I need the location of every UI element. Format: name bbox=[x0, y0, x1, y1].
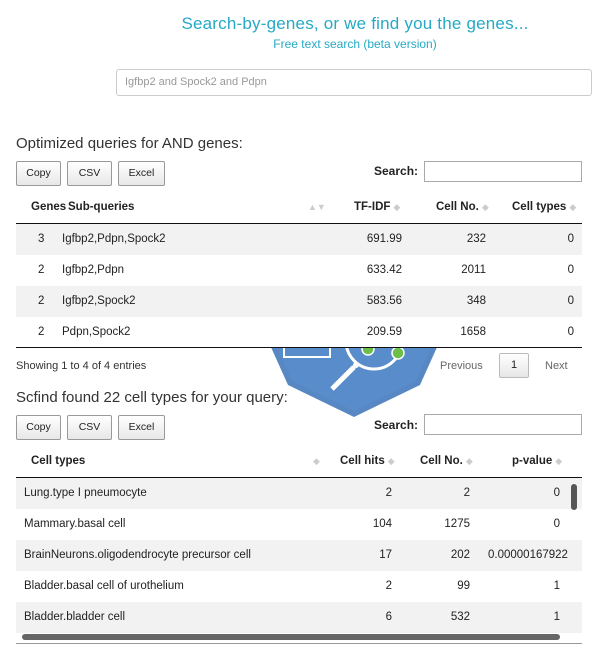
queries-search-label: Search: bbox=[374, 164, 419, 178]
excel-button[interactable]: Excel bbox=[118, 161, 165, 186]
celltypes-search-input[interactable] bbox=[424, 414, 582, 435]
hero: Search-by-genes, or we find you the gene… bbox=[0, 14, 600, 51]
page-title: Search-by-genes, or we find you the gene… bbox=[181, 14, 529, 33]
celltypes-section-title: Scfind found 22 cell types for your quer… bbox=[16, 389, 288, 406]
sort-icon: ◆ bbox=[569, 202, 577, 212]
table-row[interactable]: Bladder.basal cell of urothelium 2 99 1 bbox=[16, 571, 582, 602]
copy-button[interactable]: Copy bbox=[16, 415, 61, 440]
celltypes-scroll-area[interactable]: Lung.type I pneumocyte 2 2 0 Mammary.bas… bbox=[16, 478, 582, 633]
col-cell-no[interactable]: Cell No. ◆ bbox=[436, 201, 489, 213]
table-row[interactable]: Mammary.basal cell 104 1275 0 bbox=[16, 509, 582, 540]
copy-button[interactable]: Copy bbox=[16, 161, 61, 186]
sort-icon: ◆ bbox=[465, 456, 473, 466]
queries-search-input[interactable] bbox=[424, 161, 582, 182]
sort-icon: ◆ bbox=[393, 202, 401, 212]
table-bottom-border bbox=[16, 347, 582, 348]
celltypes-search-label: Search: bbox=[374, 418, 419, 432]
next-page-button[interactable]: Next bbox=[545, 360, 568, 372]
excel-button[interactable]: Excel bbox=[118, 415, 165, 440]
sort-icon: ◆ bbox=[387, 456, 395, 466]
col-p-value[interactable]: p-value ◆ bbox=[512, 455, 562, 467]
page-1-button[interactable]: 1 bbox=[499, 353, 529, 378]
table-row[interactable]: Bladder.bladder cell 6 532 1 bbox=[16, 602, 582, 633]
table-row[interactable]: 2 Igfbp2,Pdpn 633.42 2011 0 bbox=[16, 255, 582, 286]
table-row[interactable]: BrainNeurons.oligodendrocyte precursor c… bbox=[16, 540, 582, 571]
scfind-logo-watermark-icon bbox=[270, 345, 438, 417]
horizontal-scrollbar[interactable] bbox=[22, 634, 560, 640]
page-subtitle: Free text search (beta version) bbox=[273, 37, 437, 51]
sort-icon[interactable]: ▲▼ bbox=[305, 201, 326, 213]
sort-icon: ◆ bbox=[555, 456, 563, 466]
sort-icon: ◆ bbox=[481, 202, 489, 212]
col-tf-idf[interactable]: TF-IDF ◆ bbox=[354, 201, 400, 213]
table-info: Showing 1 to 4 of 4 entries bbox=[16, 360, 147, 372]
vertical-scrollbar[interactable] bbox=[571, 484, 577, 510]
col-genes[interactable]: Genes bbox=[31, 201, 66, 213]
table-row[interactable]: 2 Igfbp2,Spock2 583.56 348 0 bbox=[16, 286, 582, 317]
sort-icon[interactable]: ◆ bbox=[310, 455, 320, 467]
table-bottom-border bbox=[16, 643, 582, 644]
csv-button[interactable]: CSV bbox=[67, 415, 112, 440]
previous-page-button[interactable]: Previous bbox=[440, 360, 483, 372]
queries-section-title: Optimized queries for AND genes: bbox=[16, 135, 243, 152]
gene-search-input[interactable]: Igfbp2 and Spock2 and Pdpn bbox=[116, 69, 592, 96]
col-cell-hits[interactable]: Cell hits ◆ bbox=[340, 455, 395, 467]
table-row[interactable]: 3 Igfbp2,Pdpn,Spock2 691.99 232 0 bbox=[16, 224, 582, 255]
col-cell-no[interactable]: Cell No. ◆ bbox=[420, 455, 473, 467]
table-row[interactable]: Lung.type I pneumocyte 2 2 0 bbox=[16, 478, 582, 509]
col-cell-types[interactable]: Cell types ◆ bbox=[512, 201, 576, 213]
table-row[interactable]: 2 Pdpn,Spock2 209.59 1658 0 bbox=[16, 317, 582, 348]
col-sub-queries[interactable]: Sub-queries bbox=[68, 201, 134, 213]
csv-button[interactable]: CSV bbox=[67, 161, 112, 186]
col-cell-types[interactable]: Cell types bbox=[31, 455, 85, 467]
